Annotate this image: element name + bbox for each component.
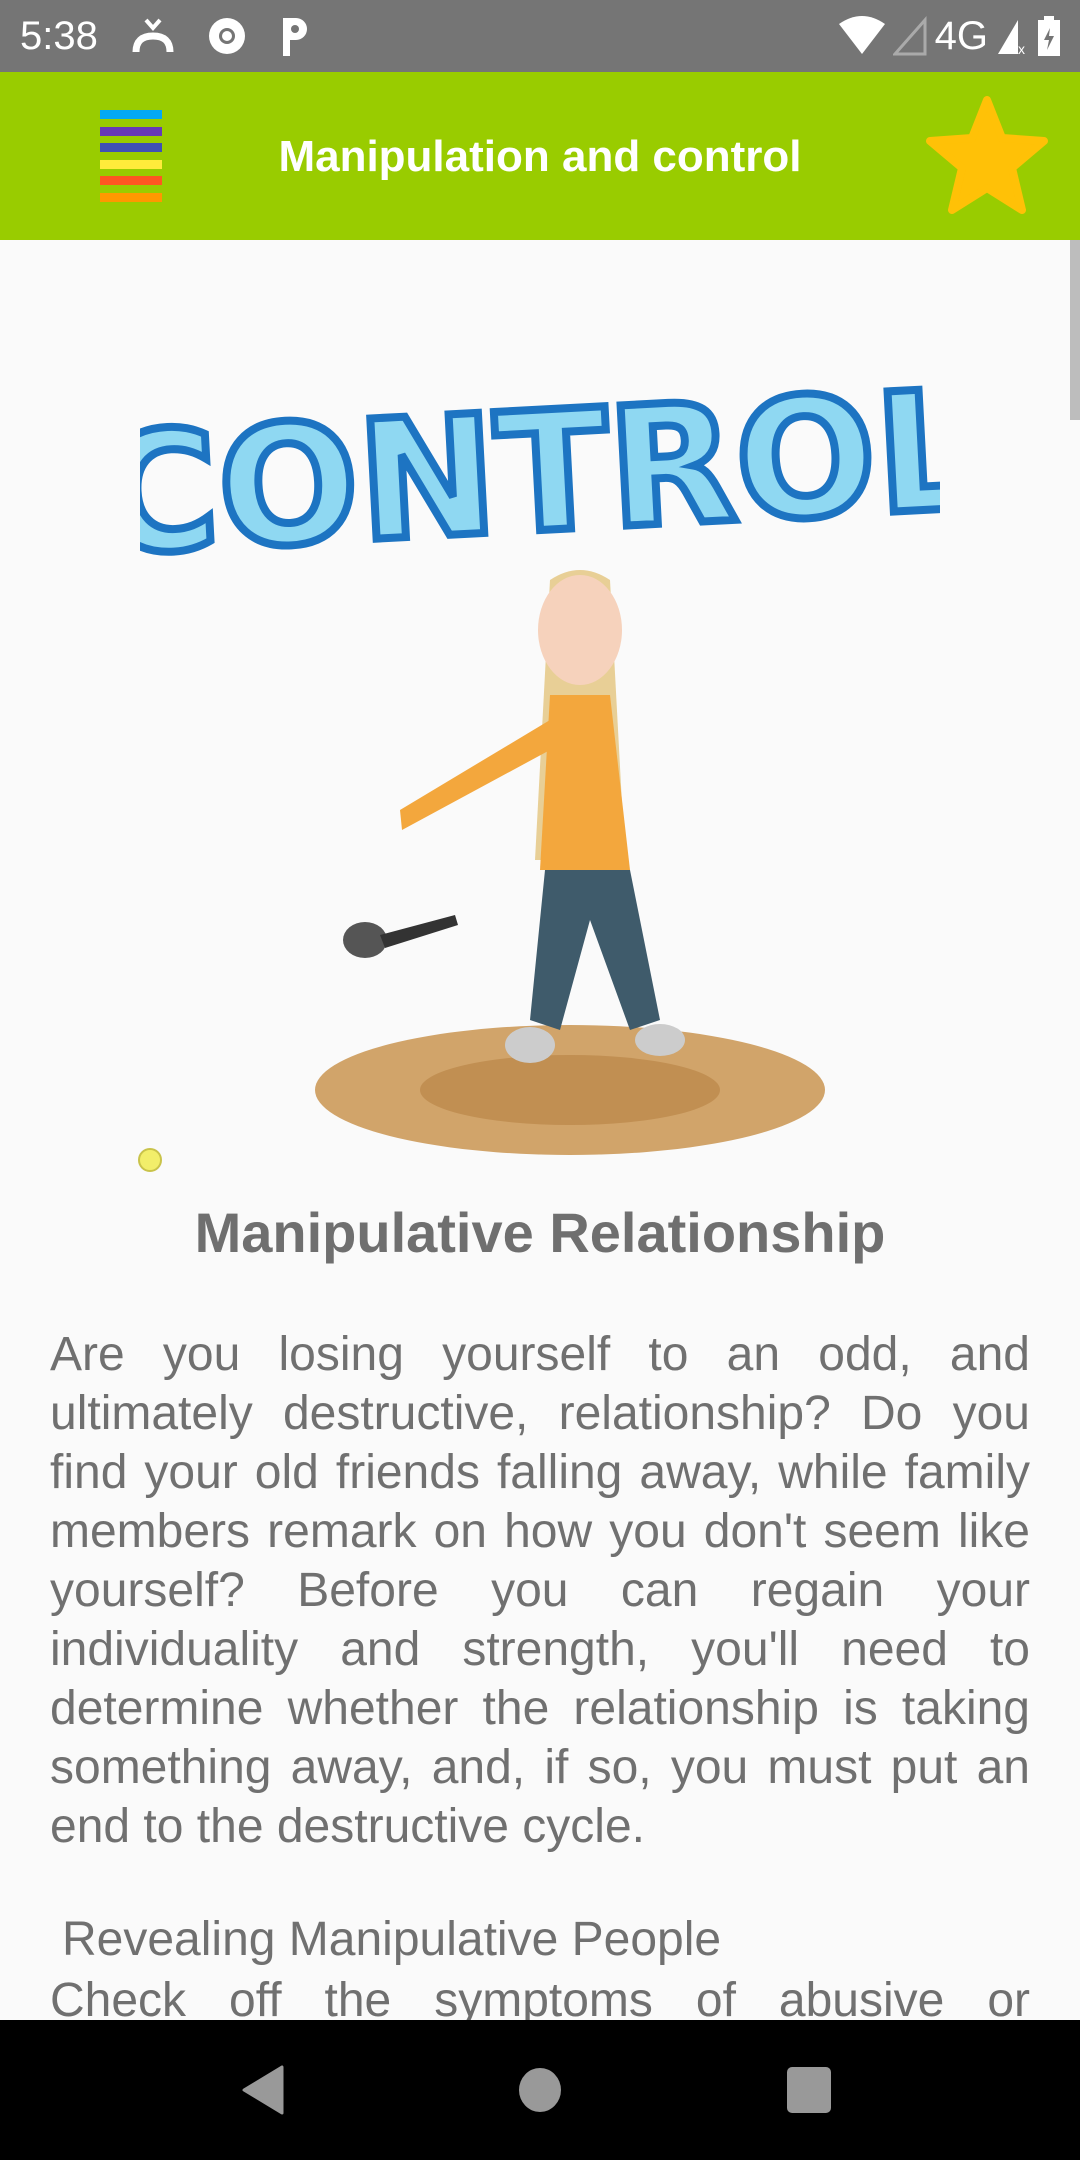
wifi-icon (838, 16, 885, 54)
app-bar: Manipulation and control (0, 72, 1080, 240)
navigation-bar (0, 2020, 1080, 2160)
battery-charging-icon (1038, 16, 1060, 56)
menu-bar-6 (100, 192, 162, 202)
network-type: 4G (934, 13, 988, 58)
article-scroll[interactable]: CONTROL Manipulative Relationship Are yo… (0, 240, 1080, 2020)
status-bar: 5:38 4G x (0, 0, 1080, 72)
scrollbar[interactable] (1070, 240, 1080, 420)
article-paragraph-2: Check off the symptoms of abusive or (50, 1974, 1030, 2020)
control-illustration: CONTROL (140, 350, 940, 1155)
chrome-icon (208, 18, 245, 54)
recents-icon[interactable] (786, 2065, 832, 2115)
missed-call-icon (132, 18, 174, 53)
indicator-dot (138, 1148, 162, 1172)
star-icon[interactable] (924, 96, 1050, 216)
back-icon[interactable] (240, 2065, 290, 2115)
article-subheading: Revealing Manipulative People (62, 1913, 722, 1966)
menu-bar-1 (100, 110, 162, 119)
parking-icon (282, 18, 307, 56)
article-paragraph: Are you losing yourself to an odd, and u… (50, 1328, 1030, 1853)
article-heading: Manipulative Relationship (194, 1201, 886, 1264)
home-icon[interactable] (518, 2065, 562, 2115)
status-time: 5:38 (20, 13, 98, 58)
control-word: CONTROL (140, 354, 940, 592)
page-title: Manipulation and control (278, 132, 802, 181)
signal-empty-icon (892, 16, 927, 56)
signal-icon: x (998, 20, 1025, 56)
svg-text:x: x (1018, 41, 1025, 56)
